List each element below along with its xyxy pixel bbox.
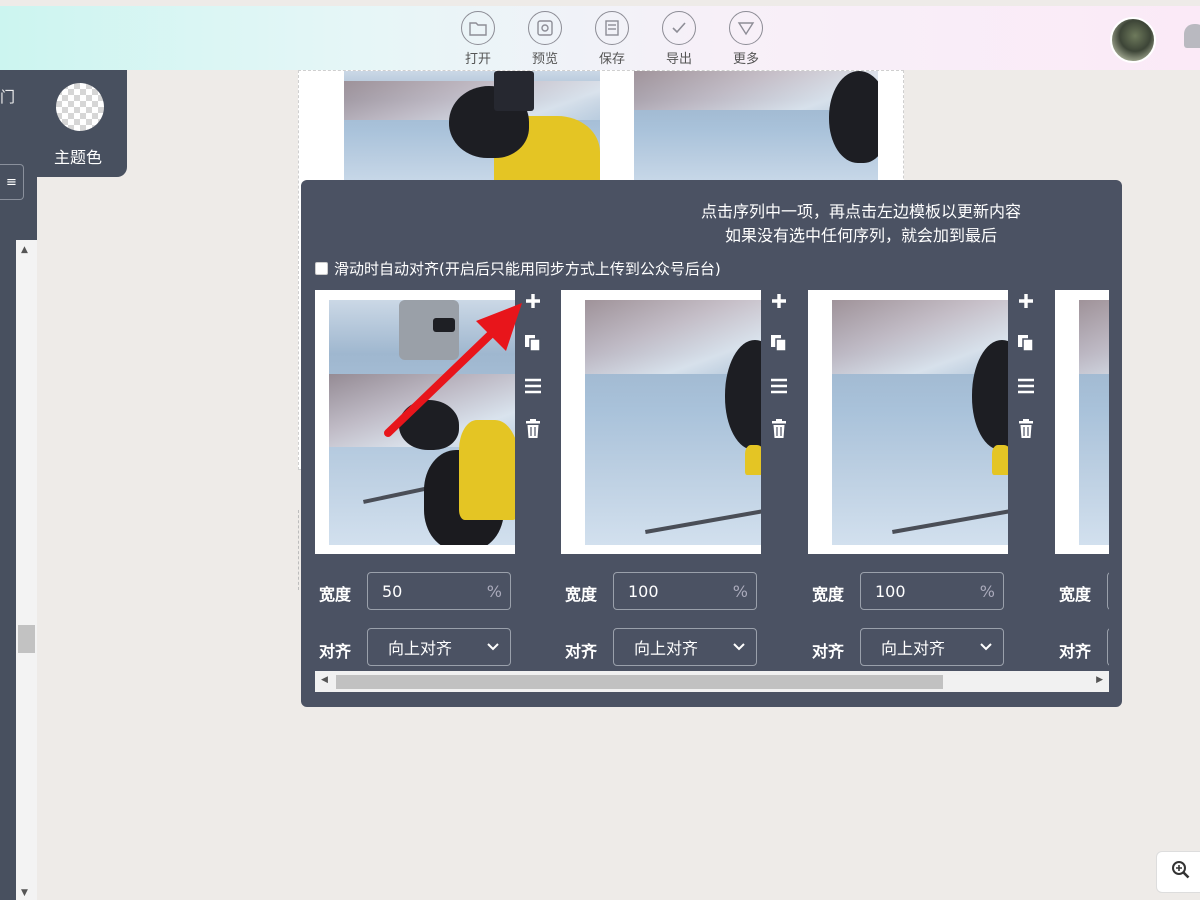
items-horizontal-scrollbar[interactable]: ◀ ▶	[315, 671, 1109, 692]
bell-icon[interactable]	[1184, 24, 1200, 48]
export-button[interactable]: 导出	[655, 11, 703, 67]
sequence-item[interactable]: 宽度 100 % 对齐 向上对齐	[561, 290, 801, 668]
sort-icon: ≡	[6, 174, 17, 190]
width-label: 宽度	[1059, 585, 1092, 604]
zoom-button[interactable]	[1156, 851, 1200, 893]
add-icon[interactable]	[1013, 290, 1039, 314]
save-button[interactable]: 保存	[588, 11, 636, 67]
preview-button[interactable]: 预览	[521, 11, 569, 67]
align-label: 对齐	[319, 642, 352, 661]
open-label: 打开	[464, 52, 491, 67]
width-input[interactable]: 100 %	[860, 572, 1004, 610]
preview-label: 预览	[531, 52, 558, 67]
theme-color-swatch[interactable]	[56, 83, 104, 131]
panel-hint-line2: 如果没有选中任何序列，就会加到最后	[724, 226, 997, 245]
width-input-value: 50	[382, 581, 403, 601]
menu-icon[interactable]	[1013, 373, 1039, 399]
align-label: 对齐	[812, 642, 845, 661]
theme-color-label: 主题色	[54, 148, 103, 167]
align-select[interactable]: 向上对齐	[367, 628, 511, 666]
copy-icon[interactable]	[766, 330, 792, 356]
align-select[interactable]: 向上对齐	[613, 628, 757, 666]
folder-icon	[461, 11, 495, 45]
item-thumbnail[interactable]	[561, 290, 761, 554]
user-avatar[interactable]	[1110, 17, 1156, 63]
align-label: 对齐	[565, 642, 598, 661]
export-label: 导出	[665, 52, 692, 67]
add-icon[interactable]	[766, 290, 792, 314]
percent-unit: %	[486, 581, 502, 601]
left-vertical-scrollbar[interactable]: ▲ ▼	[16, 240, 37, 900]
width-input[interactable]	[1107, 572, 1109, 610]
top-toolbar: 打开 预览 保存 导出 更多	[0, 6, 1200, 70]
save-label: 保存	[598, 52, 625, 67]
chevron-down-icon	[732, 637, 746, 661]
scroll-thumb[interactable]	[336, 675, 943, 689]
width-input-value: 100	[628, 581, 659, 601]
preview-icon	[528, 11, 562, 45]
check-icon	[662, 11, 696, 45]
width-input[interactable]: 50 %	[367, 572, 511, 610]
left-partial-text: 门	[0, 88, 16, 106]
trash-icon[interactable]	[766, 416, 792, 442]
auto-align-checkbox[interactable]	[315, 262, 328, 275]
percent-unit: %	[732, 581, 748, 601]
align-select[interactable]	[1107, 628, 1109, 666]
width-label: 宽度	[319, 585, 352, 604]
copy-icon[interactable]	[1013, 330, 1039, 356]
percent-unit: %	[979, 581, 995, 601]
item-photo	[1079, 300, 1109, 545]
align-select-value: 向上对齐	[634, 639, 699, 658]
zoom-in-icon	[1171, 860, 1191, 884]
scroll-up-icon[interactable]: ▲	[21, 245, 28, 255]
sequence-panel: 点击序列中一项，再点击左边模板以更新内容 如果没有选中任何序列，就会加到最后 滑…	[301, 180, 1122, 707]
item-thumbnail[interactable]	[1055, 290, 1109, 554]
chevron-down-icon	[979, 637, 993, 661]
align-select-value: 向上对齐	[881, 639, 946, 658]
align-select-value: 向上对齐	[388, 639, 453, 658]
item-photo	[832, 300, 1008, 545]
triangle-down-icon	[729, 11, 763, 45]
trash-icon[interactable]	[1013, 416, 1039, 442]
more-label: 更多	[732, 52, 759, 67]
more-button[interactable]: 更多	[722, 11, 770, 67]
red-arrow-annotation	[384, 303, 522, 437]
width-label: 宽度	[812, 585, 845, 604]
sort-button[interactable]: ≡	[0, 164, 24, 200]
menu-icon[interactable]	[766, 373, 792, 399]
width-label: 宽度	[565, 585, 598, 604]
width-input-value: 100	[875, 581, 906, 601]
auto-align-label: 滑动时自动对齐(开启后只能用同步方式上传到公众号后台)	[334, 260, 721, 278]
panel-hint-line1: 点击序列中一项，再点击左边模板以更新内容	[700, 202, 1021, 221]
sequence-item[interactable]: 宽度 对齐	[1055, 290, 1109, 668]
item-photo	[585, 300, 761, 545]
width-input[interactable]: 100 %	[613, 572, 757, 610]
align-select[interactable]: 向上对齐	[860, 628, 1004, 666]
scroll-down-icon[interactable]: ▼	[21, 888, 28, 898]
scroll-thumb[interactable]	[18, 625, 35, 653]
chevron-down-icon	[486, 637, 500, 661]
align-label: 对齐	[1059, 642, 1092, 661]
sequence-item[interactable]: 宽度 100 % 对齐 向上对齐	[808, 290, 1048, 668]
scroll-left-icon[interactable]: ◀	[321, 675, 328, 685]
save-icon	[595, 11, 629, 45]
auto-align-option[interactable]: 滑动时自动对齐(开启后只能用同步方式上传到公众号后台)	[315, 258, 721, 279]
open-button[interactable]: 打开	[454, 11, 502, 67]
scroll-right-icon[interactable]: ▶	[1096, 675, 1103, 685]
item-thumbnail[interactable]	[808, 290, 1008, 554]
